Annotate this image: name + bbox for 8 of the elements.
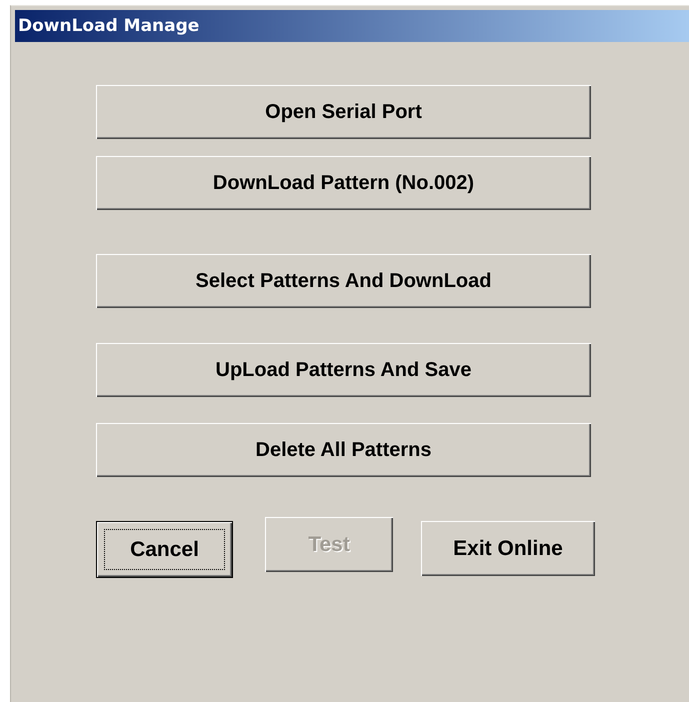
- dialog-button[interactable]: Cancel: [97, 522, 232, 577]
- action-button[interactable]: DownLoad Pattern (No.002): [96, 156, 591, 210]
- action-button[interactable]: Delete All Patterns: [96, 423, 591, 477]
- dialog-button[interactable]: Exit Online: [421, 521, 595, 576]
- action-button[interactable]: Open Serial Port: [96, 85, 591, 139]
- action-button[interactable]: UpLoad Patterns And Save: [96, 343, 591, 397]
- window-title: DownLoad Manage: [15, 10, 689, 42]
- action-button[interactable]: Select Patterns And DownLoad: [96, 254, 591, 308]
